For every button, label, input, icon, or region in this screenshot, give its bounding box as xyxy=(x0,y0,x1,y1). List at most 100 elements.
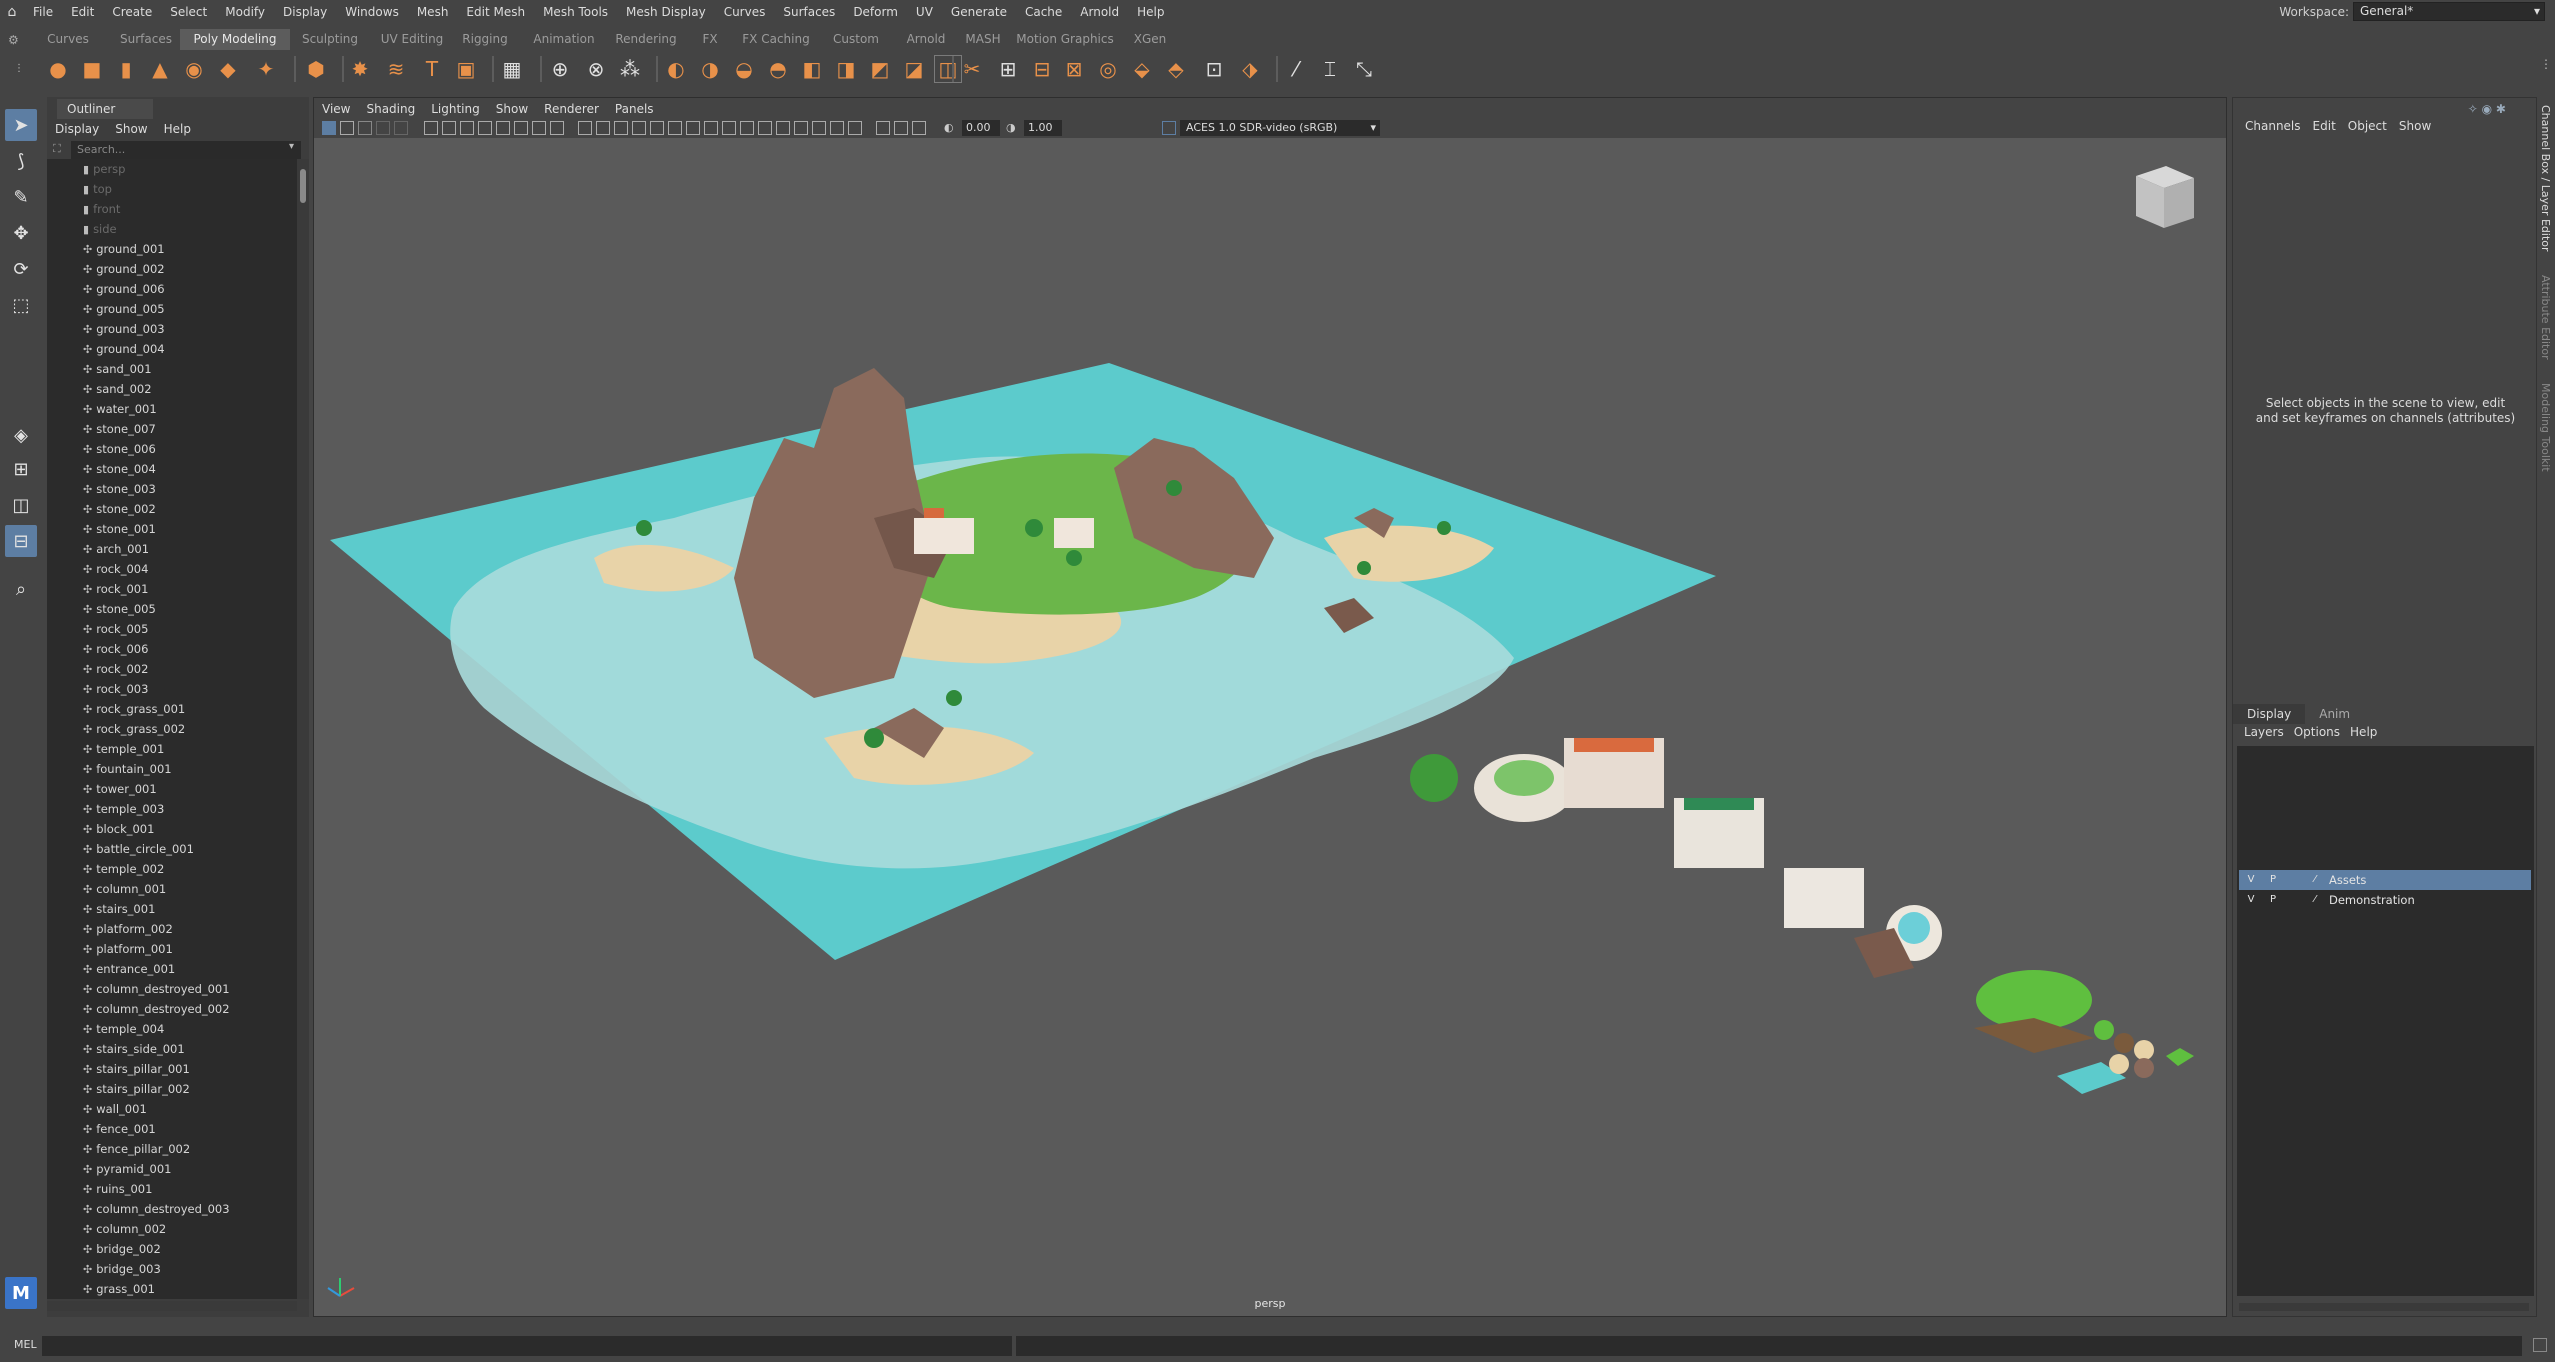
tab-mash[interactable]: MASH xyxy=(960,29,1006,50)
layer-hscrollbar[interactable] xyxy=(2239,1303,2529,1311)
lasso-tool-icon[interactable]: ⟆ xyxy=(5,145,37,177)
outliner-item[interactable]: ✣ column_destroyed_001 xyxy=(47,979,297,999)
resolution-gate-icon[interactable] xyxy=(478,121,492,135)
scale-tool-icon[interactable]: ⬚ xyxy=(5,289,37,321)
viewport-menu-panels[interactable]: Panels xyxy=(607,98,662,118)
outliner-item[interactable]: ✣ bridge_003 xyxy=(47,1259,297,1279)
outliner-item[interactable]: ✣ platform_001 xyxy=(47,939,297,959)
image-plane-icon[interactable] xyxy=(376,121,390,135)
outliner-item[interactable]: ✣ grass_001 xyxy=(47,1279,297,1299)
tab-sculpting[interactable]: Sculpting xyxy=(290,29,370,50)
four-view-layout-icon[interactable]: ⊞ xyxy=(5,453,37,485)
collapse-icon[interactable]: ⬘ xyxy=(1162,55,1190,83)
viewport-menu-renderer[interactable]: Renderer xyxy=(536,98,607,118)
outliner-item[interactable]: ✣ column_001 xyxy=(47,879,297,899)
shelf-scroll-icon[interactable]: ⋮ xyxy=(2540,57,2552,71)
viewport-menu-lighting[interactable]: Lighting xyxy=(423,98,488,118)
viewport-menu-view[interactable]: View xyxy=(314,98,358,118)
outliner-item[interactable]: ✣ rock_001 xyxy=(47,579,297,599)
tab-custom[interactable]: Custom xyxy=(820,29,892,50)
viewport-menu-show[interactable]: Show xyxy=(488,98,536,118)
mel-label[interactable]: MEL xyxy=(14,1338,37,1351)
use-all-lights-icon[interactable] xyxy=(650,121,664,135)
channel-box-menu-show[interactable]: Show xyxy=(2393,118,2437,134)
outliner-item[interactable]: ✣ ground_005 xyxy=(47,299,297,319)
wireframe-icon[interactable] xyxy=(578,121,592,135)
outliner-menu-show[interactable]: Show xyxy=(107,119,155,139)
xray-components-icon[interactable] xyxy=(812,121,826,135)
svg-icon[interactable]: ▣ xyxy=(452,55,480,83)
outliner-hscrollbar[interactable] xyxy=(47,1301,297,1311)
outliner-item[interactable]: ✣ fountain_001 xyxy=(47,759,297,779)
outliner-persp-layout-icon[interactable]: ⊟ xyxy=(5,525,37,557)
color-space-dropdown[interactable]: ACES 1.0 SDR-video (sRGB) ▾ xyxy=(1180,120,1380,136)
menu-item-curves[interactable]: Curves xyxy=(715,0,775,24)
menu-item-edit[interactable]: Edit xyxy=(62,0,103,24)
smooth-shade-icon[interactable] xyxy=(596,121,610,135)
gamma-field[interactable]: 1.00 xyxy=(1024,120,1062,136)
layer-visibility-toggle[interactable]: V xyxy=(2241,872,2261,888)
menu-item-surfaces[interactable]: Surfaces xyxy=(774,0,844,24)
tab-xgen[interactable]: XGen xyxy=(1124,29,1176,50)
combine-icon[interactable]: ⊕ xyxy=(546,55,574,83)
backface-icon[interactable] xyxy=(848,121,862,135)
isolate-select-icon[interactable] xyxy=(758,121,772,135)
outliner-item[interactable]: ✣ temple_004 xyxy=(47,1019,297,1039)
multi-cut-icon[interactable]: ✂ xyxy=(958,55,986,83)
outliner-camera-item[interactable]: ▮ persp xyxy=(47,159,297,179)
layer-menu-options[interactable]: Options xyxy=(2289,724,2345,740)
depth-of-field-icon[interactable] xyxy=(740,121,754,135)
tab-curves[interactable]: Curves xyxy=(28,29,108,50)
filter-icon[interactable]: ⛶ xyxy=(53,142,61,156)
target-weld-icon[interactable]: ◎ xyxy=(1094,55,1122,83)
outliner-scrollbar[interactable] xyxy=(297,159,309,1299)
wireframe-on-shaded-icon[interactable] xyxy=(614,121,628,135)
append-polygon-icon[interactable]: ⊠ xyxy=(1060,55,1088,83)
outliner-item[interactable]: ✣ stairs_side_001 xyxy=(47,1039,297,1059)
outliner-camera-item[interactable]: ▮ top xyxy=(47,179,297,199)
outliner-item[interactable]: ✣ stairs_pillar_001 xyxy=(47,1059,297,1079)
grease-pencil-icon[interactable] xyxy=(424,121,438,135)
outliner-item[interactable]: ✣ water_001 xyxy=(47,399,297,419)
extract-icon[interactable]: ◧ xyxy=(798,55,826,83)
outliner-item[interactable]: ✣ rock_002 xyxy=(47,659,297,679)
menu-item-windows[interactable]: Windows xyxy=(336,0,408,24)
side-tab-0[interactable]: Channel Box / Layer Editor xyxy=(2539,105,2552,252)
color-management-icon[interactable] xyxy=(1162,121,1176,135)
outliner-item[interactable]: ✣ temple_002 xyxy=(47,859,297,879)
paint-select-icon[interactable]: ✎ xyxy=(5,181,37,213)
view-cube[interactable] xyxy=(2136,166,2194,228)
menu-item-select[interactable]: Select xyxy=(161,0,216,24)
outliner-item[interactable]: ✣ fence_001 xyxy=(47,1119,297,1139)
field-chart-icon[interactable] xyxy=(514,121,528,135)
camera-attributes-icon[interactable] xyxy=(340,121,354,135)
outliner-menu-display[interactable]: Display xyxy=(47,119,107,139)
tab-animation[interactable]: Animation xyxy=(524,29,604,50)
disc-icon[interactable]: ✦ xyxy=(252,55,280,83)
channel-box-menu-edit[interactable]: Edit xyxy=(2307,118,2342,134)
cone-icon[interactable]: ▲ xyxy=(146,55,174,83)
select-camera-icon[interactable] xyxy=(322,121,336,135)
outliner-item[interactable]: ✣ sand_002 xyxy=(47,379,297,399)
tab-motion-graphics[interactable]: Motion Graphics xyxy=(1012,29,1118,50)
outliner-item[interactable]: ✣ bridge_002 xyxy=(47,1239,297,1259)
tab-arnold[interactable]: Arnold xyxy=(898,29,954,50)
channel-box-menu-channels[interactable]: Channels xyxy=(2239,118,2307,134)
anti-aliasing-icon[interactable] xyxy=(722,121,736,135)
layer-row[interactable]: V P ⁄ Assets xyxy=(2239,870,2531,890)
scrollbar-thumb[interactable] xyxy=(300,169,306,203)
menu-item-file[interactable]: File xyxy=(24,0,62,24)
menu-item-arnold[interactable]: Arnold xyxy=(1071,0,1128,24)
shelf-settings-icon[interactable]: ⚙ xyxy=(8,33,19,47)
outliner-search-input[interactable]: Search... xyxy=(71,141,301,159)
outliner-item[interactable]: ✣ tower_001 xyxy=(47,779,297,799)
outliner-item[interactable]: ✣ rock_006 xyxy=(47,639,297,659)
safe-action-icon[interactable] xyxy=(532,121,546,135)
uv-unfold-icon[interactable]: ⤡ xyxy=(1350,55,1378,83)
side-tab-1[interactable]: Attribute Editor xyxy=(2539,275,2552,360)
outliner-item[interactable]: ✣ entrance_001 xyxy=(47,959,297,979)
menu-item-display[interactable]: Display xyxy=(274,0,336,24)
outliner-item[interactable]: ✣ ground_003 xyxy=(47,319,297,339)
viewport-canvas[interactable]: persp xyxy=(314,138,2226,1316)
safe-title-icon[interactable] xyxy=(550,121,564,135)
